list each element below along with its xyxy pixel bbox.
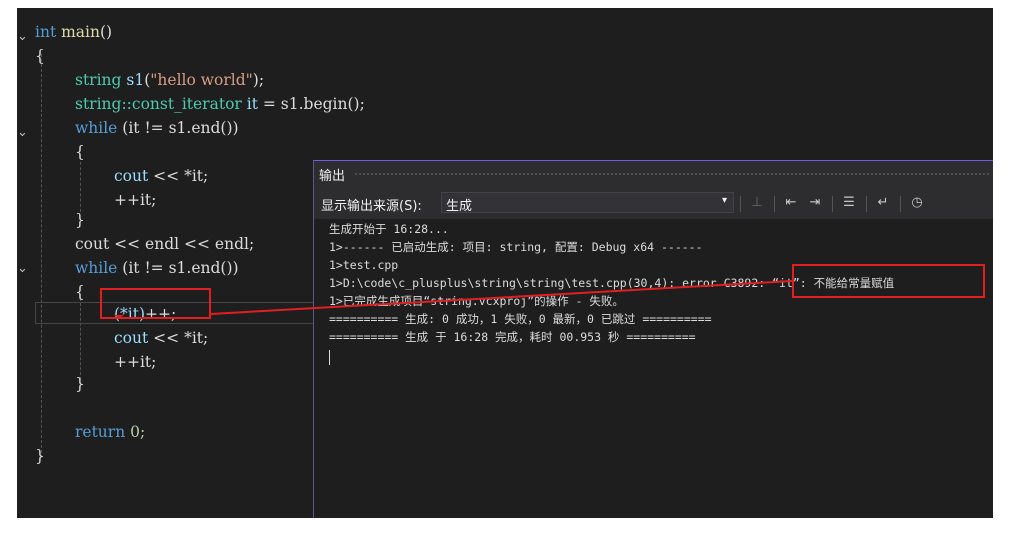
chevron-down-icon: ▾ [721,195,727,206]
go-to-previous-message-icon[interactable]: ⇤ [780,192,802,214]
fold-marker-while-1[interactable]: ⌄ [17,126,28,140]
clear-all-icon[interactable]: ☰ [838,192,860,214]
code-line-11: while (it != s1.end()) [75,259,239,277]
toolbar-separator [774,196,775,212]
drag-grip[interactable] [354,172,989,177]
code-line-1: int main() [35,23,113,41]
output-line: ========== 生成 于 16:28 完成，耗时 00.953 秒 ===… [329,330,696,344]
output-line: 生成开始于 16:28... [329,222,449,236]
code-line-16: } [75,375,85,393]
code-line-15: ++it; [114,353,157,371]
go-to-next-message-icon[interactable]: ⇥ [804,192,826,214]
output-line: 1>已完成生成项目“string.vcxproj”的操作 - 失败。 [329,294,624,308]
output-line: 1>test.cpp [329,258,399,272]
code-line-2: { [35,47,45,65]
output-source-dropdown[interactable]: 生成 ▾ [441,192,734,214]
output-panel[interactable]: 输出 显示输出来源(S): 生成 ▾ ⊥ ⇤ ⇥ ☰ ↵ ◷ 生成开始于 16:… [313,160,993,518]
text-caret [329,350,330,365]
toolbar-separator [866,196,867,212]
fold-marker-main[interactable]: ⌄ [17,30,28,44]
annotation-box-code [100,288,211,319]
code-line-17: return 0; [75,423,146,441]
toolbar-separator [740,196,741,212]
output-line: ========== 生成: 0 成功，1 失败，0 最新，0 已跳过 ====… [329,312,712,326]
code-line-6: { [75,143,85,161]
indent-guide [80,162,81,212]
fold-marker-while-2[interactable]: ⌄ [17,262,28,276]
toolbar-separator [900,196,901,212]
output-source-value: 生成 [446,199,473,214]
code-line-10: cout << endl << endl; [75,235,255,253]
code-line-5: while (it != s1.end()) [75,119,239,137]
output-title: 输出 [319,169,346,184]
output-title-bar[interactable]: 输出 [314,161,993,187]
word-wrap-icon[interactable]: ↵ [872,192,894,214]
output-line: 1>------ 已启动生成: 项目: string, 配置: Debug x6… [329,240,703,254]
code-line-7: cout << *it; [114,167,209,185]
indent-guide [41,54,42,458]
clock-icon[interactable]: ◷ [906,192,928,214]
code-line-14: cout << *it; [114,329,209,347]
output-toolbar: 显示输出来源(S): 生成 ▾ ⊥ ⇤ ⇥ ☰ ↵ ◷ [314,187,993,219]
code-line-8: ++it; [114,191,157,209]
code-line-4: string::const_iterator it = s1.begin(); [75,95,365,113]
annotation-box-error [792,264,985,298]
code-line-3: string s1("hello world"); [75,71,265,89]
find-message-icon[interactable]: ⊥ [746,192,768,214]
code-line-9: } [75,211,85,229]
output-source-label: 显示输出来源(S): [321,199,422,214]
code-line-18: } [35,447,45,465]
toolbar-separator [832,196,833,212]
code-line-12: { [75,283,85,301]
